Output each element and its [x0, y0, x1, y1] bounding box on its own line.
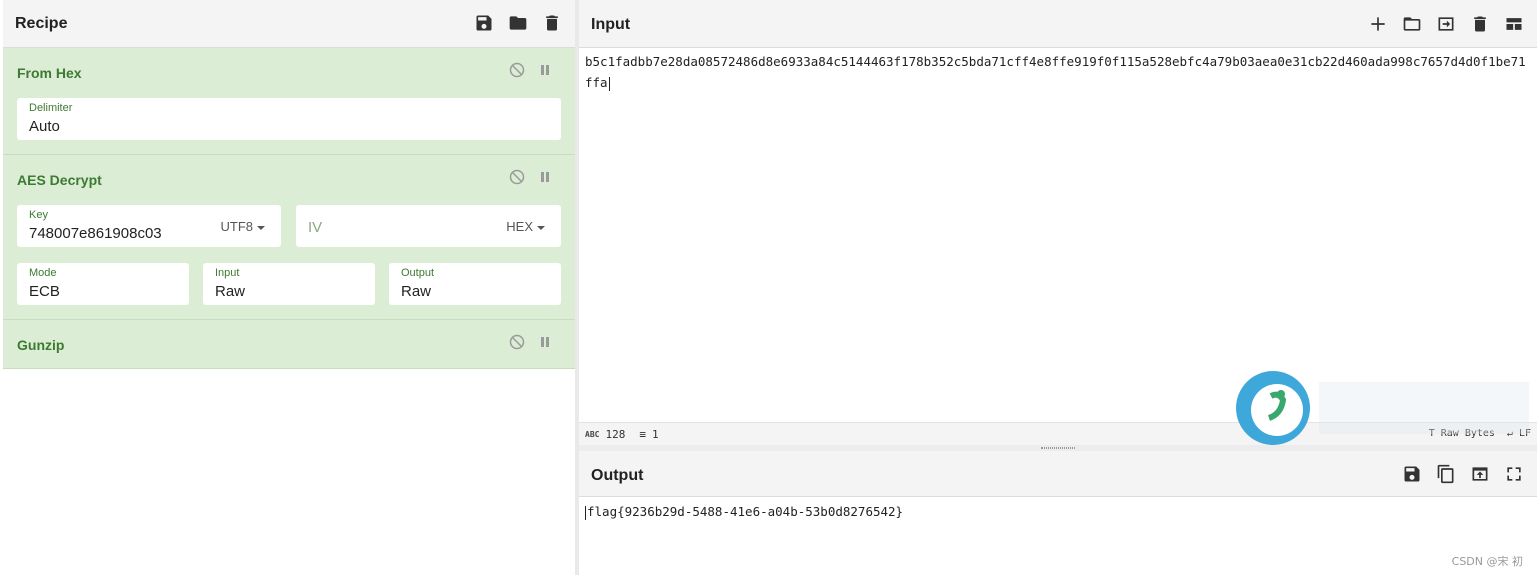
- key-encoding-dropdown[interactable]: UTF8: [220, 219, 265, 234]
- input-toolbar: [1367, 13, 1525, 35]
- disable-icon[interactable]: [509, 334, 525, 350]
- csdn-watermark: CSDN @宋 初: [1451, 555, 1523, 568]
- import-icon[interactable]: [1435, 13, 1457, 35]
- disable-icon[interactable]: [509, 62, 525, 78]
- trash-icon[interactable]: [541, 12, 563, 34]
- dropdown-label: HEX: [506, 219, 533, 234]
- operation-controls: [509, 62, 553, 78]
- output-title: Output: [591, 467, 644, 484]
- operation-title: AES Decrypt: [17, 172, 102, 188]
- folder-icon[interactable]: [1401, 13, 1423, 35]
- operation-controls: [509, 334, 553, 350]
- operation-title: From Hex: [17, 65, 82, 81]
- iv-encoding-dropdown[interactable]: HEX: [506, 219, 545, 234]
- plus-icon[interactable]: [1367, 13, 1389, 35]
- format-value: Raw Bytes: [1440, 428, 1495, 439]
- arg-value: Raw: [401, 283, 432, 300]
- fullscreen-icon[interactable]: [1503, 463, 1525, 485]
- text-cursor: [608, 76, 610, 91]
- iv-placeholder: IV: [308, 219, 323, 236]
- recipe-header: Recipe: [3, 0, 575, 48]
- input-header: Input: [579, 0, 1537, 48]
- output-header: Output: [579, 451, 1537, 497]
- eol-value: LF: [1518, 428, 1531, 439]
- input-content: b5c1fadbb7e28da08572486d8e6933a84c514446…: [585, 54, 1526, 90]
- disable-icon[interactable]: [509, 169, 525, 185]
- arg-label: Key: [29, 209, 48, 221]
- save-icon[interactable]: [1401, 463, 1423, 485]
- resize-grip-icon: [1041, 447, 1075, 449]
- length-indicator: ABC 128: [585, 428, 625, 441]
- output-toolbar: [1401, 463, 1525, 485]
- length-value: 128: [605, 428, 626, 441]
- arg-label: Delimiter: [29, 102, 73, 114]
- output-textarea[interactable]: flag{9236b29d-5488-41e6-a04b-53b0d827654…: [585, 501, 903, 522]
- length-icon: ABC: [585, 430, 600, 439]
- text-cursor: [585, 505, 586, 520]
- lines-icon: ≡: [639, 428, 646, 441]
- mode-field[interactable]: Mode ECB: [17, 263, 189, 305]
- arg-label: Input: [215, 267, 240, 279]
- eol-button[interactable]: ↵ LF: [1507, 428, 1531, 439]
- recipe-toolbar: [473, 12, 563, 34]
- copy-icon[interactable]: [1435, 463, 1457, 485]
- breakpoint-icon[interactable]: [537, 334, 553, 350]
- input-title: Input: [591, 16, 631, 33]
- save-icon[interactable]: [473, 12, 495, 34]
- replace-input-icon[interactable]: [1469, 463, 1491, 485]
- status-right: T Raw Bytes ↵ LF: [1429, 428, 1531, 439]
- output-pane: Output flag{9236b29d-5488-41e6-a04b-53b0…: [579, 451, 1537, 575]
- iv-field[interactable]: IV HEX: [296, 205, 561, 247]
- arg-value: Auto: [29, 118, 60, 135]
- return-icon: ↵: [1506, 428, 1513, 439]
- lines-value: 1: [651, 428, 659, 441]
- dropdown-label: UTF8: [220, 219, 254, 234]
- operation-gunzip[interactable]: Gunzip: [3, 320, 575, 369]
- breakpoint-icon[interactable]: [537, 169, 553, 185]
- text-format-icon: T: [1428, 428, 1435, 439]
- folder-icon[interactable]: [507, 12, 529, 34]
- input-textarea[interactable]: b5c1fadbb7e28da08572486d8e6933a84c514446…: [585, 51, 1531, 93]
- arg-value: Raw: [215, 283, 246, 300]
- lines-indicator: ≡ 1: [639, 428, 658, 441]
- breakpoint-icon[interactable]: [537, 62, 553, 78]
- delimiter-field[interactable]: Delimiter Auto: [17, 98, 561, 140]
- trash-icon[interactable]: [1469, 13, 1491, 35]
- operation-aes-decrypt[interactable]: AES Decrypt Key 748007e861908c03 UTF8 IV…: [3, 155, 575, 320]
- arg-label: Output: [401, 267, 435, 279]
- operation-title: Gunzip: [17, 337, 65, 353]
- output-content: flag{9236b29d-5488-41e6-a04b-53b0d827654…: [587, 504, 904, 519]
- arg-value: ECB: [29, 283, 60, 300]
- arg-value: 748007e861908c03: [29, 225, 162, 242]
- output-format-field[interactable]: Output Raw: [389, 263, 561, 305]
- recipe-pane: Recipe From Hex Delimiter Auto AES Decry…: [3, 0, 575, 575]
- arg-label: Mode: [29, 267, 57, 279]
- input-format-field[interactable]: Input Raw: [203, 263, 375, 305]
- operation-from-hex[interactable]: From Hex Delimiter Auto: [3, 48, 575, 155]
- caret-down-icon: [257, 225, 265, 230]
- recipe-title: Recipe: [15, 15, 68, 32]
- status-left: ABC 128 ≡ 1: [585, 428, 659, 441]
- input-status-bar: ABC 128 ≡ 1 T Raw Bytes ↵ LF: [579, 422, 1537, 445]
- operation-controls: [509, 169, 553, 185]
- chr-encoding-button[interactable]: T Raw Bytes: [1429, 428, 1495, 439]
- input-pane: Input b5c1fadbb7e28da08572486d8e6933a84c…: [579, 0, 1537, 445]
- caret-down-icon: [537, 225, 545, 230]
- key-field[interactable]: Key 748007e861908c03 UTF8: [17, 205, 281, 247]
- layout-icon[interactable]: [1503, 13, 1525, 35]
